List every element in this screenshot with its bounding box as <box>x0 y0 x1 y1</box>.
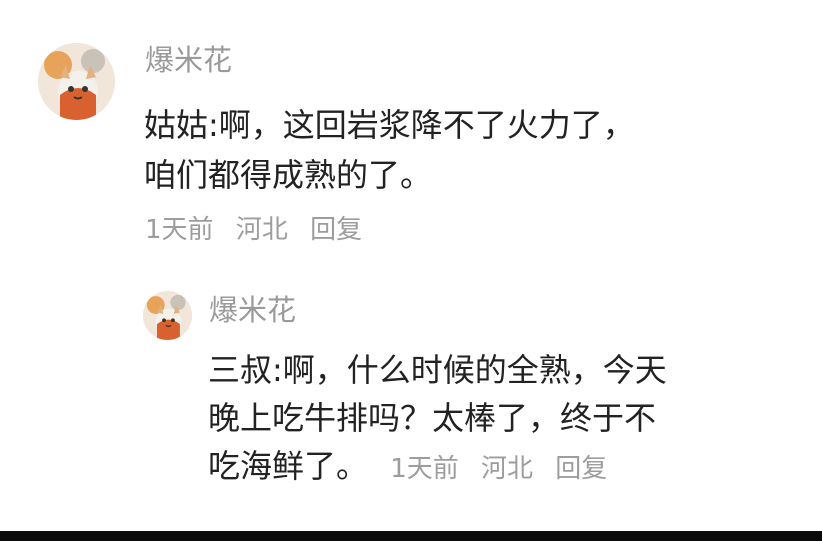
reply-text-line-last: 吃海鲜了。 1天前 河北 回复 <box>208 442 808 493</box>
cat-avatar-icon <box>143 291 192 340</box>
comment-reply-button[interactable]: 回复 <box>310 213 362 247</box>
comment-meta: 1天前 河北 回复 <box>145 213 362 247</box>
cat-avatar-icon <box>38 43 115 120</box>
reply-reply-button[interactable]: 回复 <box>555 445 607 493</box>
avatar[interactable] <box>38 43 115 120</box>
comment-text-line: 姑姑:啊，这回岩浆降不了火力了， <box>144 106 635 144</box>
comment-text-line: 咱们都得成熟的了。 <box>144 156 433 194</box>
reply-text-line: 晚上吃牛排吗？太棒了，终于不 <box>208 399 657 437</box>
comment-text: 姑姑:啊，这回岩浆降不了火力了， 咱们都得成熟的了。 <box>144 100 764 200</box>
comment-location: 河北 <box>235 215 288 245</box>
comment-time: 1天前 <box>145 215 214 245</box>
reply-text-line: 三叔:啊，什么时候的全熟，今天 <box>208 351 667 389</box>
reply-location: 河北 <box>481 454 534 484</box>
comment-username[interactable]: 爆米花 <box>145 42 232 78</box>
reply-avatar[interactable] <box>143 291 192 340</box>
reply-username[interactable]: 爆米花 <box>209 292 296 328</box>
reply-text-line: 吃海鲜了。 <box>208 447 369 485</box>
reply-meta: 1天前 河北 回复 <box>390 454 607 484</box>
bottom-bar <box>0 531 822 541</box>
reply-text: 三叔:啊，什么时候的全熟，今天 晚上吃牛排吗？太棒了，终于不 吃海鲜了。 1天前… <box>208 346 808 493</box>
reply-time: 1天前 <box>390 454 459 484</box>
